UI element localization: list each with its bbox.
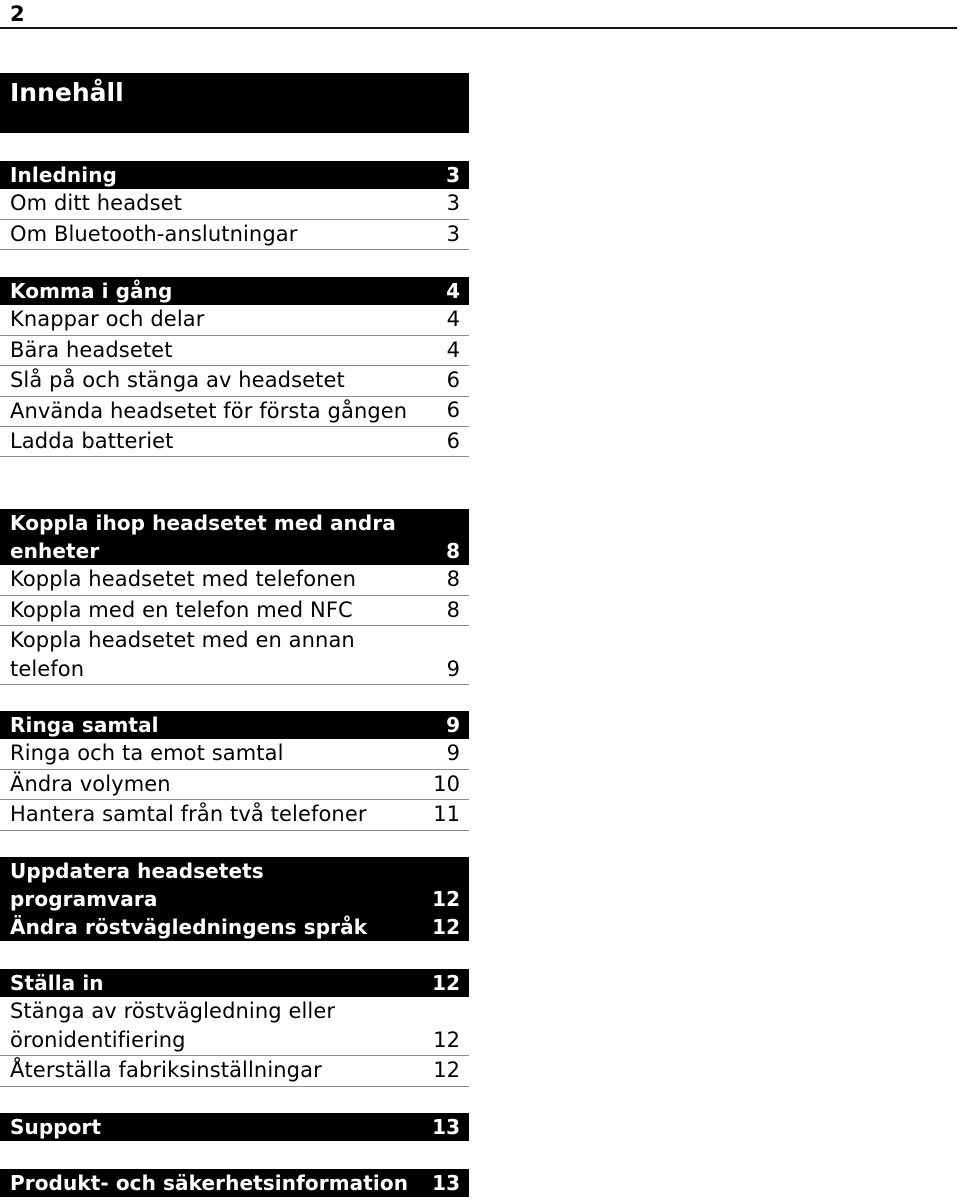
toc-heading[interactable]: Uppdatera headsetets programvara 12 bbox=[0, 857, 469, 913]
toc-entry-page: 6 bbox=[446, 398, 460, 422]
toc-heading[interactable]: Ställa in 12 bbox=[0, 969, 469, 997]
toc-section-inledning: Inledning 3 Om ditt headset 3 Om Bluetoo… bbox=[0, 161, 469, 250]
toc-entry-label: Slå på och stänga av headsetet bbox=[10, 368, 345, 392]
toc-entry[interactable]: Ändra volymen 10 bbox=[0, 770, 469, 800]
toc-entry-page: 8 bbox=[446, 567, 460, 591]
toc-entry[interactable]: Om Bluetooth-anslutningar 3 bbox=[0, 220, 469, 250]
toc-entry-label: Koppla headsetet med telefonen bbox=[10, 567, 357, 591]
toc-section-stalla-in: Ställa in 12 Stänga av röstvägledning el… bbox=[0, 969, 469, 1087]
toc-heading-label: Ställa in bbox=[10, 971, 104, 995]
toc-heading[interactable]: Support 13 bbox=[0, 1113, 469, 1141]
toc-entry-page: 12 bbox=[433, 1027, 460, 1052]
toc-entry[interactable]: Koppla headsetet med telefonen 8 bbox=[0, 565, 469, 596]
toc-entry-page: 6 bbox=[446, 428, 460, 453]
toc-entry[interactable]: Om ditt headset 3 bbox=[0, 189, 469, 220]
toc-entry-page: 9 bbox=[446, 656, 460, 681]
toc-section-uppdatera: Uppdatera headsetets programvara 12 bbox=[0, 857, 469, 913]
toc-entry-page: 11 bbox=[433, 802, 460, 826]
toc-entry-label: Bära headsetet bbox=[10, 337, 173, 362]
toc-heading-page: 12 bbox=[432, 971, 460, 995]
toc-heading-page: 3 bbox=[446, 163, 460, 187]
toc-heading[interactable]: Koppla ihop headsetet med andra enheter … bbox=[0, 509, 469, 565]
toc-heading-label: Produkt- och säkerhetsinformation bbox=[10, 1171, 409, 1195]
toc-section-ringa-samtal: Ringa samtal 9 Ringa och ta emot samtal … bbox=[0, 711, 469, 831]
toc-entry-label: Återställa fabriksinställningar bbox=[10, 1058, 322, 1082]
toc-section-komma-i-gang: Komma i gång 4 Knappar och delar 4 Bära … bbox=[0, 277, 469, 457]
toc-entry-label: Ladda batteriet bbox=[10, 428, 174, 453]
toc-entry[interactable]: Använda headsetet för första gången 6 bbox=[0, 397, 469, 427]
toc-entry[interactable]: Koppla headsetet med en annan telefon 9 bbox=[0, 626, 469, 685]
toc-section-andra-sprak: Ändra röstvägledningens språk 12 bbox=[0, 913, 469, 941]
toc-heading-label: Support bbox=[10, 1115, 102, 1139]
toc-entry-page: 9 bbox=[446, 741, 460, 765]
toc-entry-label: Om ditt headset bbox=[10, 191, 182, 215]
toc-heading-page: 13 bbox=[432, 1171, 460, 1195]
toc-entry-page: 4 bbox=[446, 307, 460, 331]
toc-entry-page: 4 bbox=[446, 337, 460, 362]
toc-heading[interactable]: Inledning 3 bbox=[0, 161, 469, 189]
toc-entry[interactable]: Knappar och delar 4 bbox=[0, 305, 469, 336]
toc-title-bar: Innehåll bbox=[0, 73, 469, 133]
toc-title: Innehåll bbox=[10, 78, 124, 107]
toc-entry-page: 6 bbox=[446, 368, 460, 392]
toc-entry[interactable]: Ladda batteriet 6 bbox=[0, 427, 469, 457]
toc-section-produkt: Produkt- och säkerhetsinformation 13 bbox=[0, 1169, 469, 1197]
toc-heading-page: 4 bbox=[446, 279, 460, 303]
toc-entry-label: Koppla med en telefon med NFC bbox=[10, 597, 353, 622]
toc-heading-label: Koppla ihop headsetet med andra enheter bbox=[10, 511, 396, 563]
toc-heading-label: Uppdatera headsetets programvara bbox=[10, 859, 264, 911]
toc-entry-page: 8 bbox=[446, 597, 460, 622]
toc-heading[interactable]: Produkt- och säkerhetsinformation 13 bbox=[0, 1169, 469, 1197]
toc-entry-label: Hantera samtal från två telefoner bbox=[10, 802, 367, 826]
page-number: 2 bbox=[10, 2, 25, 26]
toc-heading-page: 8 bbox=[446, 539, 460, 563]
toc-entry-page: 3 bbox=[446, 191, 460, 215]
toc-section-koppla-ihop: Koppla ihop headsetet med andra enheter … bbox=[0, 509, 469, 685]
toc-heading-label: Ändra röstvägledningens språk bbox=[10, 915, 368, 939]
toc-entry[interactable]: Återställa fabriksinställningar 12 bbox=[0, 1056, 469, 1087]
toc-entry-label: Stänga av röstvägledning eller öronident… bbox=[10, 999, 336, 1052]
toc-entry[interactable]: Slå på och stänga av headsetet 6 bbox=[0, 366, 469, 397]
toc-heading[interactable]: Komma i gång 4 bbox=[0, 277, 469, 305]
toc-entry-label: Använda headsetet för första gången bbox=[10, 398, 408, 423]
toc-entry-label: Ringa och ta emot samtal bbox=[10, 741, 284, 765]
toc-heading[interactable]: Ringa samtal 9 bbox=[0, 711, 469, 739]
toc-entry[interactable]: Bära headsetet 4 bbox=[0, 336, 469, 366]
toc-heading-page: 9 bbox=[446, 713, 460, 737]
toc-heading-page: 12 bbox=[432, 915, 460, 939]
toc-entry[interactable]: Ringa och ta emot samtal 9 bbox=[0, 739, 469, 770]
toc-entry-label: Koppla headsetet med en annan telefon bbox=[10, 628, 355, 681]
toc-entry-label: Knappar och delar bbox=[10, 307, 205, 331]
toc-entry-page: 12 bbox=[433, 1058, 460, 1082]
toc-heading-label: Ringa samtal bbox=[10, 713, 159, 737]
toc-entry[interactable]: Stänga av röstvägledning eller öronident… bbox=[0, 997, 469, 1056]
toc-heading-label: Komma i gång bbox=[10, 279, 173, 303]
toc-heading[interactable]: Ändra röstvägledningens språk 12 bbox=[0, 913, 469, 941]
header-rule bbox=[0, 27, 957, 29]
toc-entry-label: Om Bluetooth-anslutningar bbox=[10, 221, 298, 246]
toc-heading-label: Inledning bbox=[10, 163, 117, 187]
toc-entry[interactable]: Hantera samtal från två telefoner 11 bbox=[0, 800, 469, 831]
toc-entry-label: Ändra volymen bbox=[10, 771, 171, 796]
toc-entry[interactable]: Koppla med en telefon med NFC 8 bbox=[0, 596, 469, 626]
toc-entry-page: 10 bbox=[433, 771, 460, 796]
toc-heading-page: 12 bbox=[432, 887, 460, 911]
toc-entry-page: 3 bbox=[446, 221, 460, 246]
toc-heading-page: 13 bbox=[432, 1115, 460, 1139]
toc-section-support: Support 13 bbox=[0, 1113, 469, 1141]
